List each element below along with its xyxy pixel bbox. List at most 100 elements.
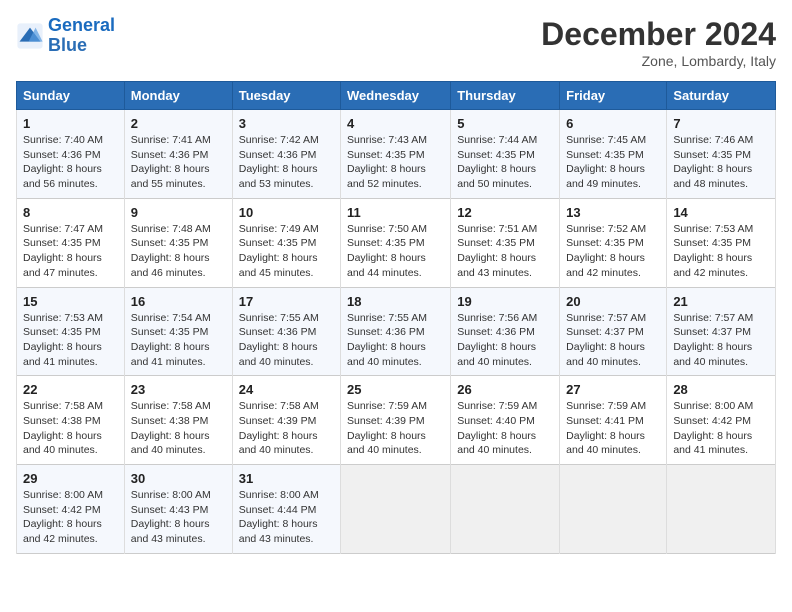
day-detail: Sunrise: 7:41 AM Sunset: 4:36 PM Dayligh…	[131, 133, 226, 192]
day-number: 19	[457, 294, 553, 309]
day-detail: Sunrise: 7:58 AM Sunset: 4:39 PM Dayligh…	[239, 399, 334, 458]
day-number: 31	[239, 471, 334, 486]
calendar-table: SundayMondayTuesdayWednesdayThursdayFrid…	[16, 81, 776, 554]
day-number: 7	[673, 116, 769, 131]
day-number: 28	[673, 382, 769, 397]
col-header-friday: Friday	[560, 82, 667, 110]
col-header-monday: Monday	[124, 82, 232, 110]
day-number: 12	[457, 205, 553, 220]
day-cell	[560, 465, 667, 554]
day-number: 17	[239, 294, 334, 309]
day-detail: Sunrise: 7:48 AM Sunset: 4:35 PM Dayligh…	[131, 222, 226, 281]
day-detail: Sunrise: 7:57 AM Sunset: 4:37 PM Dayligh…	[673, 311, 769, 370]
day-cell: 25 Sunrise: 7:59 AM Sunset: 4:39 PM Dayl…	[341, 376, 451, 465]
week-row-2: 8 Sunrise: 7:47 AM Sunset: 4:35 PM Dayli…	[17, 198, 776, 287]
day-detail: Sunrise: 7:43 AM Sunset: 4:35 PM Dayligh…	[347, 133, 444, 192]
col-header-saturday: Saturday	[667, 82, 776, 110]
day-cell: 20 Sunrise: 7:57 AM Sunset: 4:37 PM Dayl…	[560, 287, 667, 376]
col-header-wednesday: Wednesday	[341, 82, 451, 110]
day-detail: Sunrise: 7:46 AM Sunset: 4:35 PM Dayligh…	[673, 133, 769, 192]
day-detail: Sunrise: 8:00 AM Sunset: 4:42 PM Dayligh…	[673, 399, 769, 458]
day-detail: Sunrise: 7:49 AM Sunset: 4:35 PM Dayligh…	[239, 222, 334, 281]
col-header-thursday: Thursday	[451, 82, 560, 110]
day-cell: 28 Sunrise: 8:00 AM Sunset: 4:42 PM Dayl…	[667, 376, 776, 465]
day-cell	[667, 465, 776, 554]
week-row-5: 29 Sunrise: 8:00 AM Sunset: 4:42 PM Dayl…	[17, 465, 776, 554]
day-cell: 26 Sunrise: 7:59 AM Sunset: 4:40 PM Dayl…	[451, 376, 560, 465]
day-detail: Sunrise: 7:51 AM Sunset: 4:35 PM Dayligh…	[457, 222, 553, 281]
day-number: 6	[566, 116, 660, 131]
day-cell: 9 Sunrise: 7:48 AM Sunset: 4:35 PM Dayli…	[124, 198, 232, 287]
day-detail: Sunrise: 7:40 AM Sunset: 4:36 PM Dayligh…	[23, 133, 118, 192]
day-cell: 7 Sunrise: 7:46 AM Sunset: 4:35 PM Dayli…	[667, 110, 776, 199]
day-detail: Sunrise: 7:59 AM Sunset: 4:41 PM Dayligh…	[566, 399, 660, 458]
day-detail: Sunrise: 7:55 AM Sunset: 4:36 PM Dayligh…	[239, 311, 334, 370]
day-number: 9	[131, 205, 226, 220]
day-cell: 6 Sunrise: 7:45 AM Sunset: 4:35 PM Dayli…	[560, 110, 667, 199]
week-row-3: 15 Sunrise: 7:53 AM Sunset: 4:35 PM Dayl…	[17, 287, 776, 376]
page-header: General Blue December 2024 Zone, Lombard…	[16, 16, 776, 69]
day-detail: Sunrise: 7:58 AM Sunset: 4:38 PM Dayligh…	[23, 399, 118, 458]
logo-icon	[16, 22, 44, 50]
calendar-title: December 2024	[541, 16, 776, 53]
day-detail: Sunrise: 7:44 AM Sunset: 4:35 PM Dayligh…	[457, 133, 553, 192]
day-number: 5	[457, 116, 553, 131]
day-cell: 18 Sunrise: 7:55 AM Sunset: 4:36 PM Dayl…	[341, 287, 451, 376]
day-number: 1	[23, 116, 118, 131]
day-number: 3	[239, 116, 334, 131]
day-number: 22	[23, 382, 118, 397]
day-cell: 22 Sunrise: 7:58 AM Sunset: 4:38 PM Dayl…	[17, 376, 125, 465]
day-cell: 19 Sunrise: 7:56 AM Sunset: 4:36 PM Dayl…	[451, 287, 560, 376]
day-number: 20	[566, 294, 660, 309]
day-cell: 27 Sunrise: 7:59 AM Sunset: 4:41 PM Dayl…	[560, 376, 667, 465]
day-detail: Sunrise: 7:54 AM Sunset: 4:35 PM Dayligh…	[131, 311, 226, 370]
day-cell: 8 Sunrise: 7:47 AM Sunset: 4:35 PM Dayli…	[17, 198, 125, 287]
logo: General Blue	[16, 16, 115, 56]
day-detail: Sunrise: 7:59 AM Sunset: 4:40 PM Dayligh…	[457, 399, 553, 458]
day-detail: Sunrise: 7:58 AM Sunset: 4:38 PM Dayligh…	[131, 399, 226, 458]
day-number: 18	[347, 294, 444, 309]
day-detail: Sunrise: 7:53 AM Sunset: 4:35 PM Dayligh…	[23, 311, 118, 370]
day-detail: Sunrise: 7:57 AM Sunset: 4:37 PM Dayligh…	[566, 311, 660, 370]
day-cell: 10 Sunrise: 7:49 AM Sunset: 4:35 PM Dayl…	[232, 198, 340, 287]
day-number: 13	[566, 205, 660, 220]
day-detail: Sunrise: 7:56 AM Sunset: 4:36 PM Dayligh…	[457, 311, 553, 370]
day-number: 4	[347, 116, 444, 131]
day-cell: 2 Sunrise: 7:41 AM Sunset: 4:36 PM Dayli…	[124, 110, 232, 199]
day-cell: 29 Sunrise: 8:00 AM Sunset: 4:42 PM Dayl…	[17, 465, 125, 554]
day-number: 15	[23, 294, 118, 309]
day-number: 16	[131, 294, 226, 309]
logo-text: General Blue	[48, 16, 115, 56]
day-number: 26	[457, 382, 553, 397]
day-cell: 4 Sunrise: 7:43 AM Sunset: 4:35 PM Dayli…	[341, 110, 451, 199]
day-detail: Sunrise: 8:00 AM Sunset: 4:42 PM Dayligh…	[23, 488, 118, 547]
day-number: 11	[347, 205, 444, 220]
day-cell: 12 Sunrise: 7:51 AM Sunset: 4:35 PM Dayl…	[451, 198, 560, 287]
column-headers: SundayMondayTuesdayWednesdayThursdayFrid…	[17, 82, 776, 110]
week-row-4: 22 Sunrise: 7:58 AM Sunset: 4:38 PM Dayl…	[17, 376, 776, 465]
day-number: 23	[131, 382, 226, 397]
day-cell: 15 Sunrise: 7:53 AM Sunset: 4:35 PM Dayl…	[17, 287, 125, 376]
day-number: 10	[239, 205, 334, 220]
day-cell: 5 Sunrise: 7:44 AM Sunset: 4:35 PM Dayli…	[451, 110, 560, 199]
day-number: 14	[673, 205, 769, 220]
day-number: 24	[239, 382, 334, 397]
day-detail: Sunrise: 8:00 AM Sunset: 4:43 PM Dayligh…	[131, 488, 226, 547]
day-cell: 14 Sunrise: 7:53 AM Sunset: 4:35 PM Dayl…	[667, 198, 776, 287]
day-cell: 13 Sunrise: 7:52 AM Sunset: 4:35 PM Dayl…	[560, 198, 667, 287]
col-header-sunday: Sunday	[17, 82, 125, 110]
day-cell: 24 Sunrise: 7:58 AM Sunset: 4:39 PM Dayl…	[232, 376, 340, 465]
day-cell	[451, 465, 560, 554]
day-number: 2	[131, 116, 226, 131]
day-cell	[341, 465, 451, 554]
col-header-tuesday: Tuesday	[232, 82, 340, 110]
day-detail: Sunrise: 7:42 AM Sunset: 4:36 PM Dayligh…	[239, 133, 334, 192]
day-number: 27	[566, 382, 660, 397]
day-detail: Sunrise: 7:47 AM Sunset: 4:35 PM Dayligh…	[23, 222, 118, 281]
day-cell: 11 Sunrise: 7:50 AM Sunset: 4:35 PM Dayl…	[341, 198, 451, 287]
day-detail: Sunrise: 7:52 AM Sunset: 4:35 PM Dayligh…	[566, 222, 660, 281]
day-number: 30	[131, 471, 226, 486]
day-detail: Sunrise: 7:53 AM Sunset: 4:35 PM Dayligh…	[673, 222, 769, 281]
day-number: 29	[23, 471, 118, 486]
day-number: 25	[347, 382, 444, 397]
